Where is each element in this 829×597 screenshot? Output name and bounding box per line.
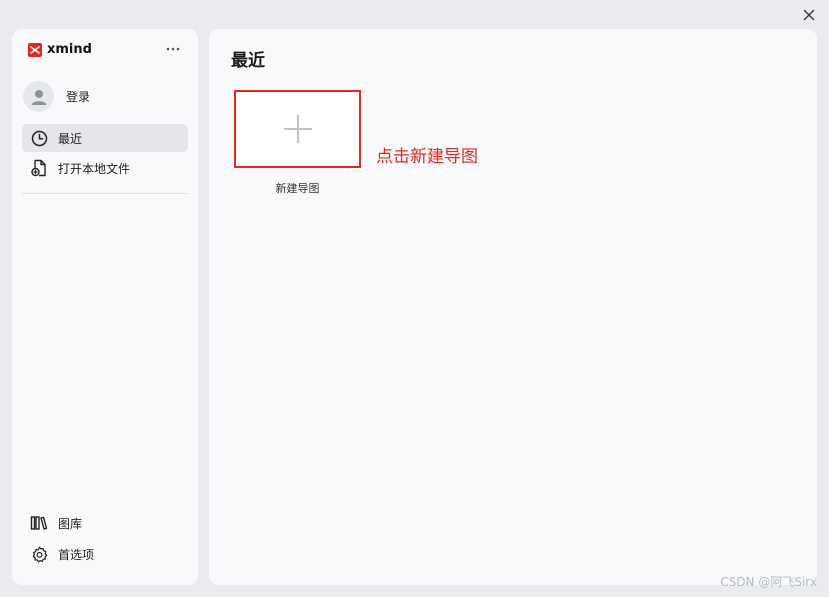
clock-icon [30, 129, 48, 147]
file-open-icon [30, 159, 48, 177]
sidebar-item-label: 图库 [58, 516, 83, 531]
login-button[interactable]: 登录 [23, 81, 90, 112]
user-icon [31, 89, 46, 105]
app-logo: xmind [28, 42, 92, 57]
sidebar-item-label: 最近 [58, 131, 83, 146]
sidebar-item-label: 首选项 [58, 547, 95, 562]
avatar [23, 81, 54, 112]
gear-icon [30, 545, 48, 563]
sidebar-divider [22, 193, 188, 194]
more-horizontal-icon [166, 47, 180, 51]
library-icon [30, 514, 48, 532]
logo-text: xmind [47, 42, 92, 57]
plus-icon [283, 115, 312, 143]
annotation-text: 点击新建导图 [376, 147, 478, 167]
app-window: xmind 登录 最近 打开本地文件 图库 首选项 最近 新建导图 点击新建导图… [0, 0, 829, 597]
new-map-label: 新建导图 [275, 182, 320, 195]
new-map-button[interactable] [234, 90, 361, 168]
sidebar-item-recent[interactable]: 最近 [22, 124, 188, 152]
sidebar: xmind 登录 最近 打开本地文件 图库 首选项 [12, 29, 198, 585]
close-button[interactable] [799, 5, 819, 25]
watermark: CSDN @阿飞Sirx [720, 575, 817, 589]
main-panel: 最近 新建导图 点击新建导图 [209, 29, 817, 585]
sidebar-item-library[interactable]: 图库 [22, 509, 188, 537]
login-label: 登录 [66, 90, 91, 104]
sidebar-item-label: 打开本地文件 [58, 161, 131, 176]
sidebar-item-open-local-file[interactable]: 打开本地文件 [22, 154, 188, 182]
sidebar-item-preferences[interactable]: 首选项 [22, 540, 188, 568]
more-button[interactable] [164, 41, 182, 57]
xmind-logo-icon [28, 42, 42, 57]
close-icon [803, 9, 815, 21]
page-title: 最近 [231, 51, 265, 71]
